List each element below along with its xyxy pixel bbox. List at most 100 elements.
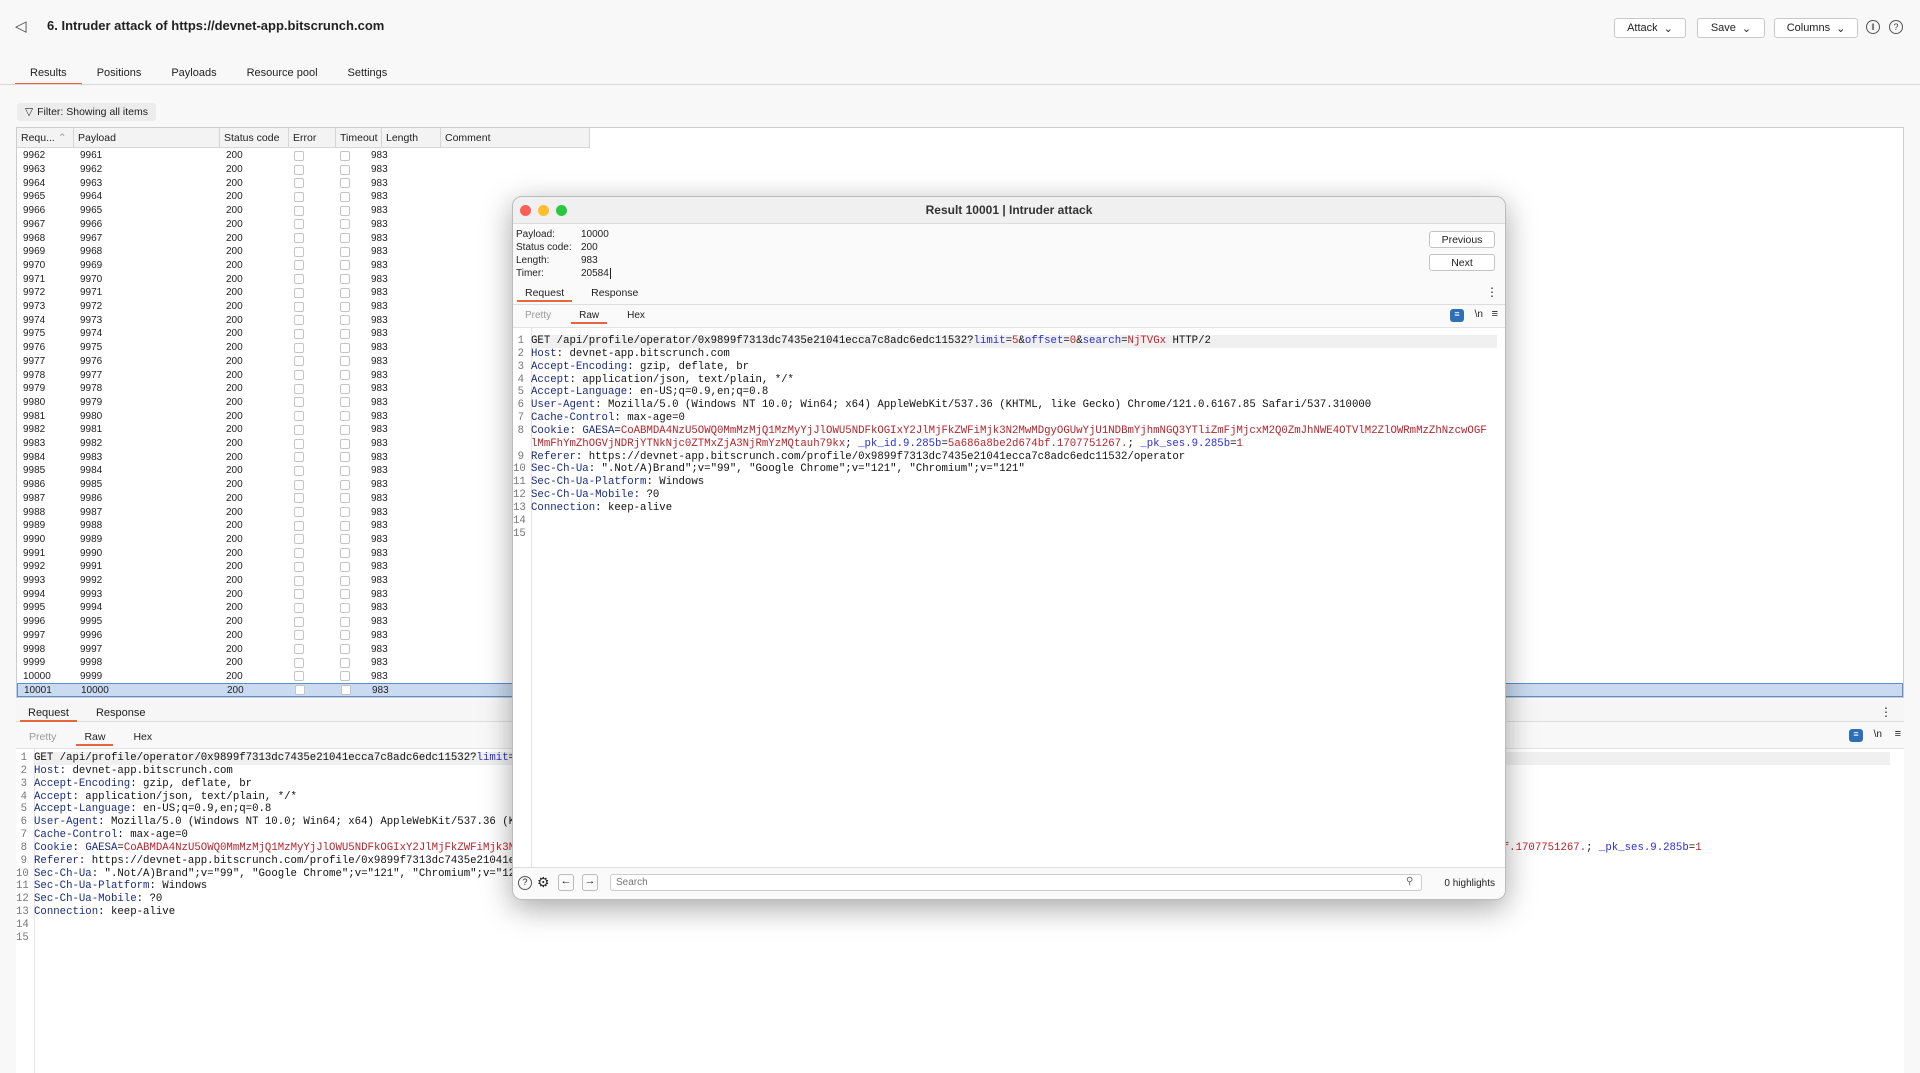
table-row[interactable]: 9967 9966 200 983: [17, 218, 590, 232]
table-row[interactable]: 9976 9975 200 983: [17, 341, 590, 355]
timeout-checkbox: [340, 342, 350, 353]
table-row[interactable]: 9965 9964 200 983: [17, 190, 590, 204]
table-row[interactable]: 9995 9994 200 983: [17, 601, 590, 615]
tab-pretty[interactable]: Pretty: [525, 310, 551, 321]
table-row[interactable]: 9968 9967 200 983: [17, 231, 590, 245]
table-row[interactable]: 9988 9987 200 983: [17, 505, 590, 519]
maximize-icon[interactable]: [556, 205, 567, 216]
table-row[interactable]: 9999 9998 200 983: [17, 656, 590, 670]
error-checkbox: [295, 685, 305, 696]
table-row[interactable]: 9977 9976 200 983: [17, 355, 590, 369]
table-row[interactable]: 9987 9986 200 983: [17, 492, 590, 506]
tab-request[interactable]: Request: [20, 707, 77, 722]
table-row[interactable]: 9983 9982 200 983: [17, 437, 590, 451]
table-row[interactable]: 9994 9993 200 983: [17, 587, 590, 601]
table-row[interactable]: 9979 9978 200 983: [17, 382, 590, 396]
tab-payloads[interactable]: Payloads: [156, 64, 231, 85]
table-row[interactable]: 9985 9984 200 983: [17, 464, 590, 478]
table-row[interactable]: 9972 9971 200 983: [17, 286, 590, 300]
table-row[interactable]: 9974 9973 200 983: [17, 313, 590, 327]
col-error[interactable]: Error: [289, 128, 336, 148]
help-icon[interactable]: ?: [1889, 20, 1903, 34]
minimize-icon[interactable]: [538, 205, 549, 216]
pause-icon[interactable]: ‖: [1866, 20, 1880, 34]
save-button[interactable]: Save ⌄: [1697, 18, 1765, 38]
code-token: offset: [1024, 335, 1064, 347]
table-row[interactable]: 10000 9999 200 983: [17, 670, 590, 684]
table-row[interactable]: 9982 9981 200 983: [17, 423, 590, 437]
tab-raw[interactable]: Raw: [571, 310, 608, 324]
wrap-lines-icon[interactable]: ≡: [1849, 729, 1863, 742]
col-payload[interactable]: Payload: [74, 128, 220, 148]
cell-status: 200: [226, 438, 243, 450]
table-row[interactable]: 9996 9995 200 983: [17, 615, 590, 629]
search-input[interactable]: [610, 874, 1422, 891]
tab-positions[interactable]: Positions: [82, 64, 157, 85]
back-icon[interactable]: ◁: [15, 17, 27, 35]
columns-button[interactable]: Columns ⌄: [1774, 18, 1858, 38]
col-comment[interactable]: Comment: [441, 128, 590, 148]
table-row[interactable]: 9980 9979 200 983: [17, 396, 590, 410]
menu-icon[interactable]: ≡: [1492, 308, 1498, 320]
cell-payload: 9975: [80, 342, 103, 354]
wrap-lines-icon[interactable]: ≡: [1450, 309, 1464, 322]
cell-request: 9987: [23, 492, 46, 504]
col-status[interactable]: Status code: [220, 128, 289, 148]
next-match-icon[interactable]: →: [582, 874, 598, 891]
newline-toggle[interactable]: \n: [1874, 729, 1882, 740]
previous-match-icon[interactable]: ←: [558, 874, 574, 891]
menu-icon[interactable]: ≡: [1895, 728, 1901, 740]
table-row[interactable]: 9981 9980 200 983: [17, 409, 590, 423]
table-row[interactable]: 9997 9996 200 983: [17, 629, 590, 643]
cell-length: 983: [371, 670, 388, 682]
table-row[interactable]: 9963 9962 200 983: [17, 163, 590, 177]
tab-response[interactable]: Response: [591, 287, 638, 299]
more-options-icon[interactable]: ⋮: [1486, 285, 1498, 299]
table-row[interactable]: 9990 9989 200 983: [17, 533, 590, 547]
tab-results[interactable]: Results: [15, 64, 82, 85]
table-row[interactable]: 9984 9983 200 983: [17, 450, 590, 464]
tab-resource-pool[interactable]: Resource pool: [232, 64, 333, 85]
table-row[interactable]: 9991 9990 200 983: [17, 546, 590, 560]
tab-pretty[interactable]: Pretty: [29, 731, 56, 743]
code-token: Cookie: [34, 841, 73, 854]
tab-settings[interactable]: Settings: [333, 64, 403, 85]
table-row[interactable]: 9992 9991 200 983: [17, 560, 590, 574]
attack-button[interactable]: Attack ⌄: [1614, 18, 1686, 38]
cell-payload: 9980: [80, 410, 103, 422]
line-number: 11: [513, 476, 526, 489]
col-timeout[interactable]: Timeout: [336, 128, 382, 148]
table-row[interactable]: 9969 9968 200 983: [17, 245, 590, 259]
tab-request[interactable]: Request: [516, 287, 573, 302]
table-row[interactable]: 9964 9963 200 983: [17, 176, 590, 190]
help-icon[interactable]: ?: [518, 876, 532, 890]
table-row[interactable]: 9989 9988 200 983: [17, 519, 590, 533]
newline-toggle[interactable]: \n: [1475, 309, 1483, 320]
table-row[interactable]: 9971 9970 200 983: [17, 272, 590, 286]
table-row[interactable]: 9978 9977 200 983: [17, 368, 590, 382]
close-icon[interactable]: [520, 205, 531, 216]
settings-icon[interactable]: ⚙: [537, 874, 550, 891]
table-row[interactable]: 9970 9969 200 983: [17, 259, 590, 273]
table-row[interactable]: 9998 9997 200 983: [17, 642, 590, 656]
col-length[interactable]: Length: [382, 128, 441, 148]
tab-raw[interactable]: Raw: [76, 731, 114, 746]
table-row[interactable]: 9986 9985 200 983: [17, 478, 590, 492]
filter-button[interactable]: ▽ Filter: Showing all items: [17, 103, 156, 121]
tab-response[interactable]: Response: [96, 707, 146, 719]
tab-hex[interactable]: Hex: [627, 310, 645, 321]
cell-payload: 9990: [80, 547, 103, 559]
code-token: _pk_ses.9.285b: [1140, 437, 1231, 450]
table-row[interactable]: 9993 9992 200 983: [17, 574, 590, 588]
next-button[interactable]: Next: [1429, 254, 1495, 271]
table-row[interactable]: 9973 9972 200 983: [17, 300, 590, 314]
table-row[interactable]: 9966 9965 200 983: [17, 204, 590, 218]
table-row[interactable]: 9975 9974 200 983: [17, 327, 590, 341]
previous-button[interactable]: Previous: [1429, 231, 1495, 248]
request-editor[interactable]: 1 GET /api/profile/operator/0x9899f7313dc…: [513, 327, 1505, 867]
cell-status: 200: [226, 246, 243, 258]
table-row[interactable]: 9962 9961 200 983: [17, 149, 590, 163]
tab-hex[interactable]: Hex: [133, 731, 152, 743]
more-options-icon[interactable]: ⋮: [1880, 705, 1892, 719]
col-request[interactable]: Requ... ⌃: [17, 128, 74, 148]
